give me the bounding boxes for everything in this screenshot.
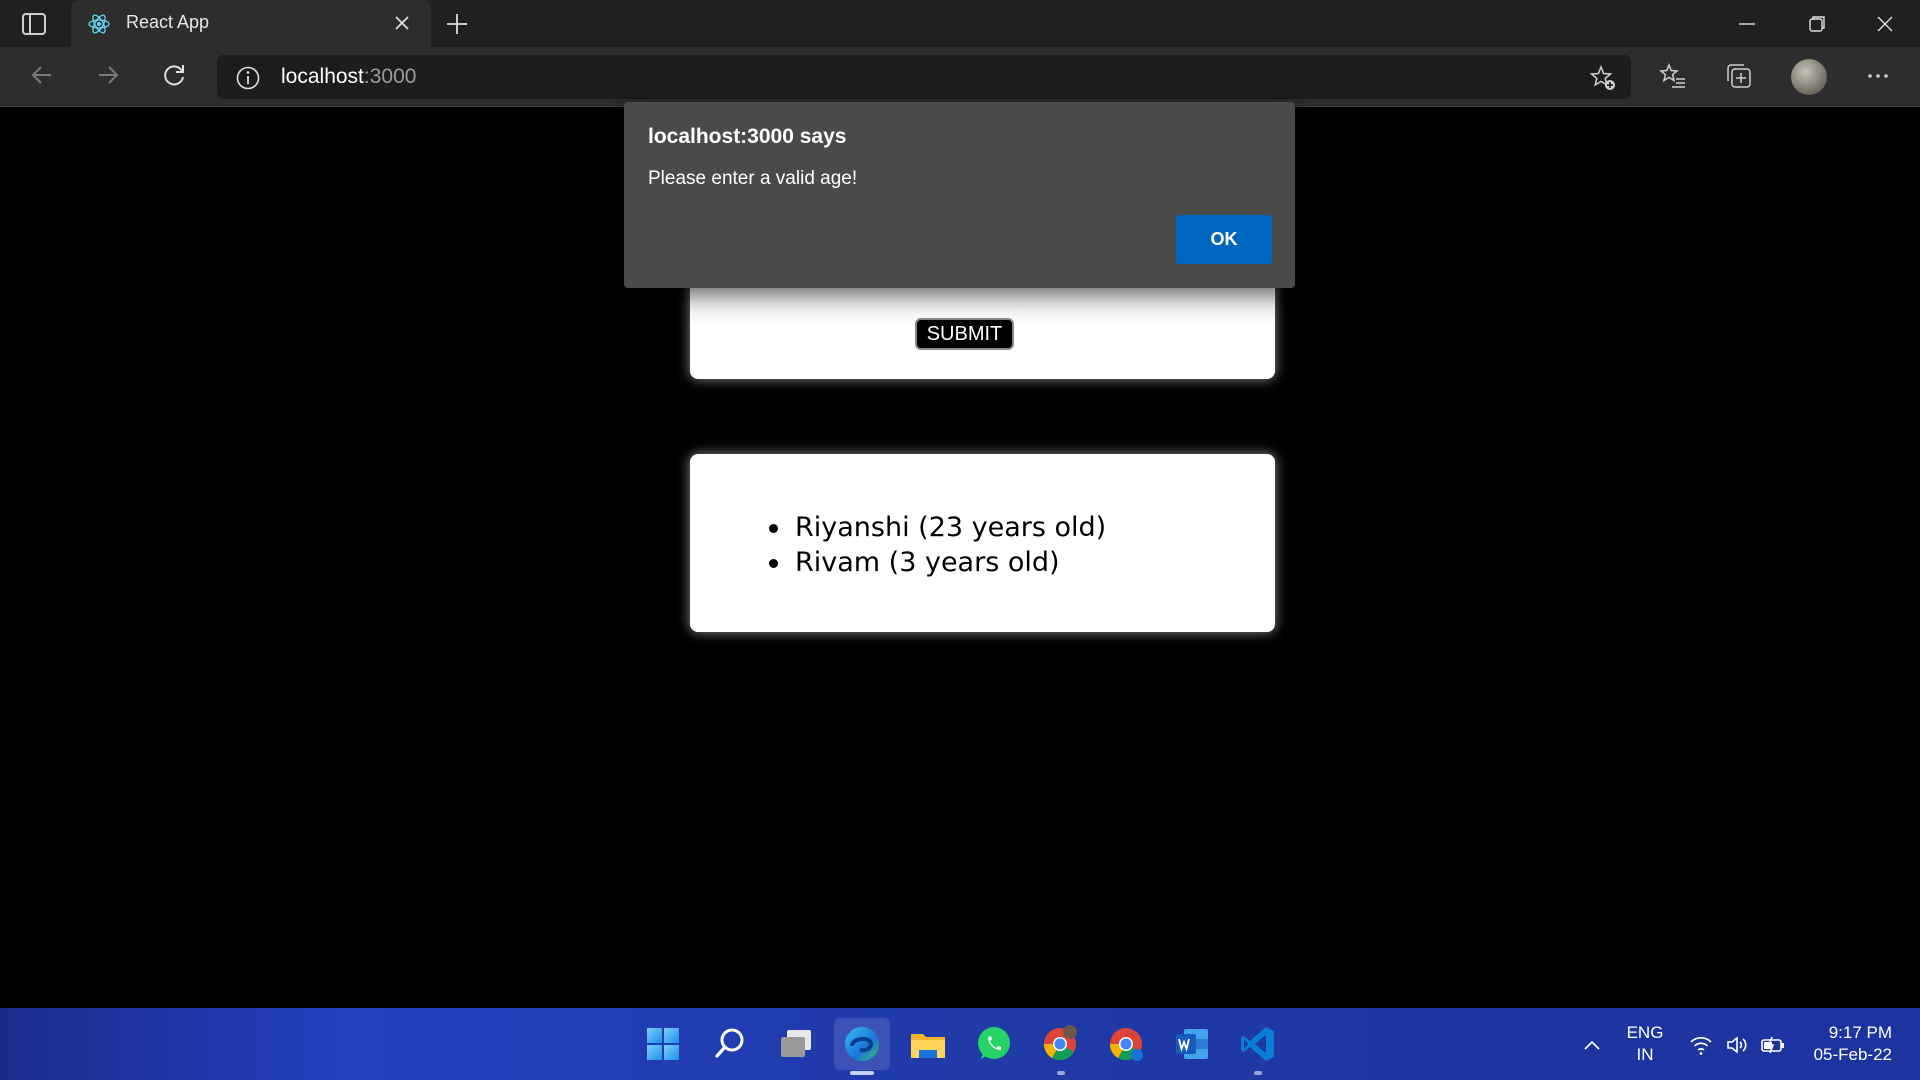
forward-icon[interactable]: [93, 60, 123, 90]
submit-button[interactable]: SUBMIT: [915, 318, 1014, 350]
back-icon[interactable]: [27, 60, 57, 90]
chrome-icon[interactable]: [1038, 1022, 1082, 1066]
edge-active-indicator: [850, 1071, 874, 1075]
tab-bar: React App: [0, 0, 1920, 47]
whatsapp-icon[interactable]: [972, 1022, 1016, 1066]
browser-toolbar: localhost:3000: [0, 47, 1920, 107]
language-indicator[interactable]: ENG IN: [1626, 1022, 1664, 1066]
address-bar[interactable]: localhost:3000: [217, 55, 1631, 99]
list-item: Riyanshi (23 years old): [768, 512, 1107, 543]
react-icon: [88, 14, 110, 34]
chrome-running-indicator: [1057, 1071, 1065, 1075]
tab-actions-icon[interactable]: [20, 11, 48, 37]
close-window-icon[interactable]: [1873, 12, 1897, 36]
ok-button[interactable]: OK: [1176, 215, 1272, 264]
tab-title: React App: [126, 12, 210, 32]
wifi-icon[interactable]: [1688, 1032, 1714, 1058]
dialog-title: localhost:3000 says: [648, 125, 847, 148]
language-code: ENG: [1626, 1023, 1664, 1042]
profile-avatar[interactable]: [1791, 59, 1827, 95]
show-hidden-icons-icon[interactable]: [1583, 1038, 1601, 1052]
user-list: Riyanshi (23 years old) Rivam (3 years o…: [768, 510, 1107, 580]
region-code: IN: [1636, 1045, 1654, 1064]
system-clock[interactable]: 9:17 PM 05-Feb-22: [1800, 1022, 1892, 1066]
collections-icon[interactable]: [1724, 61, 1754, 91]
add-favorite-icon[interactable]: [1589, 64, 1617, 92]
list-item: Rivam (3 years old): [768, 545, 1106, 580]
clock-date: 05-Feb-22: [1813, 1045, 1892, 1064]
volume-icon[interactable]: [1724, 1032, 1750, 1058]
minimize-icon[interactable]: [1735, 12, 1759, 36]
taskbar: ENG IN 9:17 PM 05-Feb-22: [0, 1008, 1920, 1080]
vscode-running-indicator: [1254, 1071, 1262, 1075]
task-view-icon[interactable]: [774, 1022, 818, 1066]
word-icon[interactable]: [1170, 1022, 1214, 1066]
edge-icon[interactable]: [840, 1022, 884, 1066]
search-icon[interactable]: [708, 1022, 752, 1066]
alert-dialog: localhost:3000 says Please enter a valid…: [624, 102, 1295, 288]
users-list-card: Riyanshi (23 years old) Rivam (3 years o…: [690, 454, 1275, 632]
more-options-icon[interactable]: [1863, 61, 1893, 91]
start-icon[interactable]: [641, 1022, 685, 1066]
new-tab-icon[interactable]: [444, 11, 470, 37]
site-info-icon[interactable]: [235, 65, 261, 91]
refresh-icon[interactable]: [159, 60, 189, 90]
file-explorer-icon[interactable]: [906, 1022, 950, 1066]
browser-tab[interactable]: React App: [71, 0, 431, 47]
url-text[interactable]: localhost:3000: [281, 65, 416, 89]
clock-time: 9:17 PM: [1828, 1023, 1892, 1042]
restore-icon[interactable]: [1805, 12, 1829, 36]
battery-icon[interactable]: [1760, 1032, 1786, 1058]
dialog-message: Please enter a valid age!: [648, 168, 858, 189]
close-tab-icon[interactable]: [392, 13, 412, 33]
chrome-profile-icon[interactable]: [1104, 1022, 1148, 1066]
vscode-icon[interactable]: [1236, 1022, 1280, 1066]
favorites-icon[interactable]: [1658, 61, 1688, 91]
